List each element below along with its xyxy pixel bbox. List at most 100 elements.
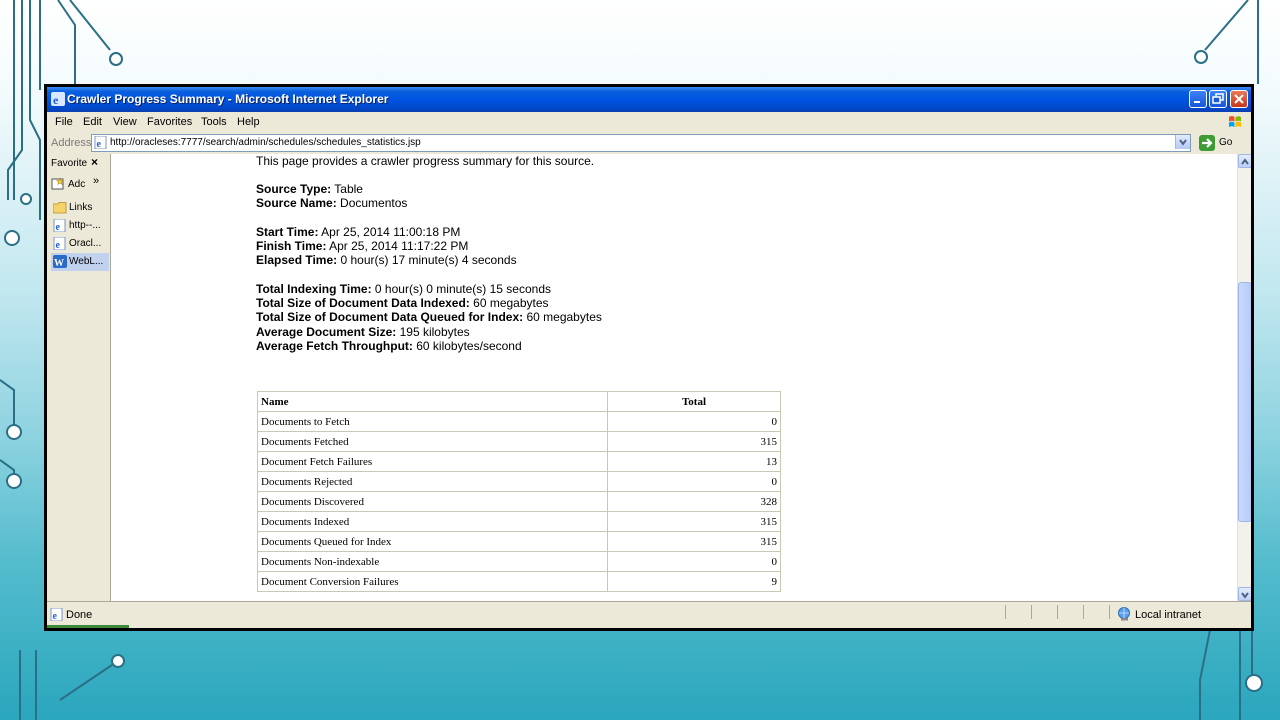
avg-throughput-value: 60 kilobytes/second [416, 339, 522, 353]
row-total: 9 [607, 571, 781, 592]
ie-page-icon: e [53, 237, 66, 250]
add-favorite-button[interactable]: Adc » [51, 175, 107, 194]
close-button[interactable] [1230, 90, 1248, 108]
size-queued-label: Total Size of Document Data Queued for I… [256, 310, 524, 324]
svg-text:e: e [97, 139, 102, 149]
row-total: 328 [607, 491, 781, 512]
favorite-item-links[interactable]: Links [51, 199, 109, 217]
elapsed-time: Elapsed Time: 0 hour(s) 17 minute(s) 4 s… [256, 253, 517, 267]
status-text: Done [66, 609, 93, 621]
table-header-row: Name Total [257, 391, 781, 412]
size-indexed-label: Total Size of Document Data Indexed: [256, 296, 470, 310]
start-time-value: Apr 25, 2014 11:00:18 PM [321, 225, 461, 239]
table-row: Documents Non-indexable 0 [257, 551, 781, 572]
status-divider [1031, 605, 1032, 619]
more-chevron-icon[interactable]: » [93, 175, 99, 187]
go-label: Go [1219, 137, 1233, 148]
row-name: Documents Non-indexable [257, 551, 608, 572]
avg-throughput: Average Fetch Throughput: 60 kilobytes/s… [256, 339, 522, 353]
table-row: Documents Indexed 315 [257, 511, 781, 532]
table-row: Documents Rejected 0 [257, 471, 781, 492]
address-label: Address [51, 137, 92, 149]
address-dropdown-button[interactable] [1175, 135, 1190, 149]
favorite-item-weblogic[interactable]: W WebL... [51, 253, 109, 271]
svg-text:e: e [53, 611, 58, 621]
status-divider [1057, 605, 1058, 619]
menu-view[interactable]: View [113, 116, 137, 128]
row-name: Documents Queued for Index [257, 531, 608, 552]
menu-favorites[interactable]: Favorites [147, 116, 192, 128]
menu-file[interactable]: File [55, 116, 73, 128]
source-type-value: Table [334, 182, 363, 196]
status-divider [1005, 605, 1006, 619]
row-total: 0 [607, 471, 781, 492]
elapsed-time-label: Elapsed Time: [256, 253, 338, 267]
row-name: Documents Fetched [257, 431, 608, 452]
row-total: 315 [607, 531, 781, 552]
vertical-scrollbar[interactable] [1237, 154, 1251, 601]
column-header-total: Total [607, 391, 781, 412]
local-intranet-icon [1118, 607, 1130, 621]
menu-tools[interactable]: Tools [201, 116, 227, 128]
chevron-up-icon [1241, 158, 1249, 165]
source-type: Source Type: Table [256, 182, 363, 196]
scroll-thumb[interactable] [1238, 282, 1251, 522]
ie-window-body: e Crawler Progress Summary - Microsoft I… [47, 87, 1251, 628]
row-total: 315 [607, 511, 781, 532]
source-name-label: Source Name: [256, 196, 337, 210]
row-total: 0 [607, 411, 781, 432]
finish-time-value: Apr 25, 2014 11:17:22 PM [329, 239, 469, 253]
favorites-title: Favorite [51, 158, 88, 169]
source-name-value: Documentos [340, 196, 408, 210]
restore-icon [1212, 93, 1224, 104]
favorites-close-button[interactable]: × [91, 155, 98, 169]
window-title: Crawler Progress Summary - Microsoft Int… [67, 92, 389, 106]
status-divider [1083, 605, 1084, 619]
menu-edit[interactable]: Edit [83, 116, 102, 128]
favorite-item-label: http--... [69, 220, 101, 231]
row-total: 315 [607, 431, 781, 452]
favorite-item-label: WebL... [69, 256, 104, 267]
favorite-item-oracle[interactable]: e Oracl... [51, 235, 109, 253]
svg-text:e: e [56, 240, 61, 250]
menu-help[interactable]: Help [237, 116, 260, 128]
avg-doc-size-value: 195 kilobytes [399, 325, 470, 339]
size-queued-value: 60 megabytes [526, 310, 602, 324]
status-divider [1109, 605, 1110, 619]
close-icon [1234, 94, 1244, 104]
favorite-item-label: Links [69, 202, 93, 213]
start-time: Start Time: Apr 25, 2014 11:00:18 PM [256, 225, 460, 239]
row-total: 13 [607, 451, 781, 472]
progress-indicator [47, 625, 129, 628]
row-name: Documents Discovered [257, 491, 608, 512]
indexing-time-label: Total Indexing Time: [256, 282, 372, 296]
favorite-item-http[interactable]: e http--... [51, 217, 109, 235]
table-row: Documents Discovered 328 [257, 491, 781, 512]
favorite-item-label: Oracl... [69, 238, 102, 249]
scroll-down-button[interactable] [1238, 587, 1251, 601]
minimize-button[interactable] [1189, 90, 1207, 108]
folder-icon [53, 202, 67, 214]
wordpress-icon: W [53, 255, 67, 268]
security-zone: Local intranet [1135, 609, 1202, 621]
menu-bar: File Edit View Favorites Tools Help [47, 112, 1251, 133]
page-content: This page provides a crawler progress su… [111, 154, 1237, 601]
title-bar[interactable]: e Crawler Progress Summary - Microsoft I… [47, 87, 1251, 112]
address-input[interactable]: e http://oracleses:7777/search/admin/sch… [91, 134, 1191, 152]
scroll-up-button[interactable] [1238, 154, 1251, 168]
row-name: Documents Indexed [257, 511, 608, 532]
size-indexed: Total Size of Document Data Indexed: 60 … [256, 296, 549, 310]
table-row: Documents to Fetch 0 [257, 411, 781, 432]
add-favorite-label: Adc [68, 179, 86, 190]
favorites-list: Links e http--... e Oracl... W WebL... [51, 199, 109, 271]
svg-text:W: W [54, 258, 64, 268]
source-name: Source Name: Documentos [256, 196, 407, 210]
table-row: Document Fetch Failures 13 [257, 451, 781, 472]
size-indexed-value: 60 megabytes [473, 296, 549, 310]
source-type-label: Source Type: [256, 182, 332, 196]
row-name: Documents to Fetch [257, 411, 608, 432]
go-button[interactable]: Go [1199, 135, 1245, 151]
windows-logo-icon [1229, 116, 1241, 128]
finish-time: Finish Time: Apr 25, 2014 11:17:22 PM [256, 239, 468, 253]
restore-button[interactable] [1209, 90, 1227, 108]
